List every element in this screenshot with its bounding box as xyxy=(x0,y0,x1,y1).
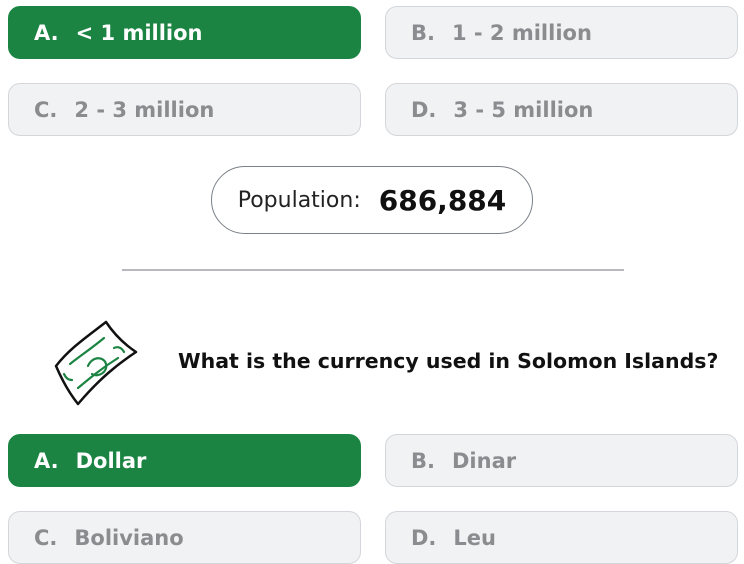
option-text: 1 - 2 million xyxy=(451,20,592,45)
answer-option-d[interactable]: D. 3 - 5 million xyxy=(385,83,738,136)
population-badge: Population: 686,884 xyxy=(211,166,533,234)
answer-option-a[interactable]: A. Dollar xyxy=(8,434,361,487)
answer-option-c[interactable]: C. 2 - 3 million xyxy=(8,83,361,136)
answer-option-b[interactable]: B. 1 - 2 million xyxy=(385,6,738,59)
option-text: Boliviano xyxy=(74,525,184,550)
option-letter: A. xyxy=(34,448,59,473)
answer-option-b[interactable]: B. Dinar xyxy=(385,434,738,487)
option-letter: B. xyxy=(411,20,435,45)
option-letter: B. xyxy=(411,448,435,473)
answer-option-a[interactable]: A. < 1 million xyxy=(8,6,361,59)
option-letter: D. xyxy=(411,97,437,122)
answer-option-c[interactable]: C. Boliviano xyxy=(8,511,361,564)
option-letter: D. xyxy=(411,525,437,550)
question-text: What is the currency used in Solomon Isl… xyxy=(178,349,719,373)
population-label: Population: xyxy=(237,187,361,213)
option-text: Dinar xyxy=(451,448,517,473)
option-text: Leu xyxy=(453,525,496,550)
section-divider xyxy=(122,269,624,271)
population-value: 686,884 xyxy=(378,183,507,217)
option-text: < 1 million xyxy=(75,20,203,45)
option-letter: C. xyxy=(34,97,58,122)
option-text: 3 - 5 million xyxy=(453,97,594,122)
option-letter: C. xyxy=(34,525,58,550)
option-text: 2 - 3 million xyxy=(74,97,215,122)
option-letter: A. xyxy=(34,20,59,45)
answer-option-d[interactable]: D. Leu xyxy=(385,511,738,564)
option-text: Dollar xyxy=(75,448,147,473)
money-icon xyxy=(54,320,138,406)
